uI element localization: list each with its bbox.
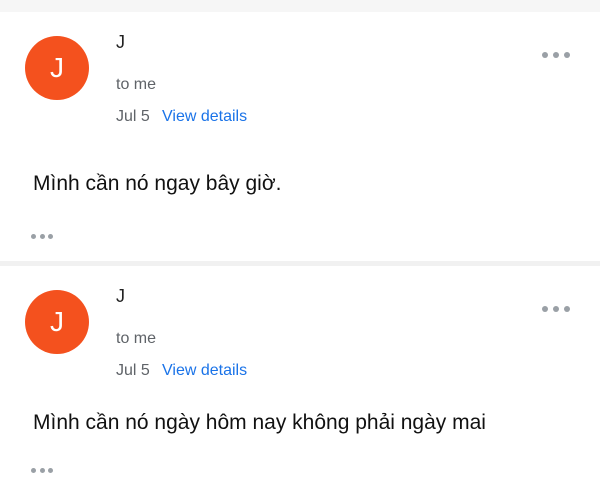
recipient-line[interactable]: to me bbox=[116, 330, 156, 348]
more-options-icon[interactable] bbox=[542, 304, 570, 314]
message-date: Jul 5 bbox=[116, 362, 150, 379]
show-trimmed-content-icon[interactable] bbox=[31, 232, 53, 240]
email-message-1: J J to me Jul 5 View details Mình cần nó… bbox=[0, 12, 600, 261]
dot-icon bbox=[31, 233, 36, 239]
dot-icon bbox=[39, 467, 45, 473]
more-options-icon[interactable] bbox=[542, 50, 570, 60]
dot-icon bbox=[564, 52, 570, 58]
dot-icon bbox=[31, 467, 36, 473]
dot-icon bbox=[48, 233, 53, 239]
dot-icon bbox=[39, 233, 45, 239]
view-details-link[interactable]: View details bbox=[162, 362, 247, 380]
avatar[interactable]: J bbox=[25, 36, 89, 100]
dot-icon bbox=[553, 52, 559, 58]
email-message-2: J J to me Jul 5 View details Mình cần nó… bbox=[0, 266, 600, 490]
dot-icon bbox=[48, 467, 53, 473]
dot-icon bbox=[553, 306, 559, 312]
top-separator bbox=[0, 0, 600, 12]
dot-icon bbox=[564, 306, 570, 312]
sender-name[interactable]: J bbox=[116, 286, 125, 307]
message-body: Mình cần nó ngày hôm nay không phải ngày… bbox=[33, 411, 486, 434]
message-body: Mình cần nó ngay bây giờ. bbox=[33, 172, 282, 195]
sender-name[interactable]: J bbox=[116, 32, 125, 53]
recipient-line[interactable]: to me bbox=[116, 76, 156, 94]
dot-icon bbox=[542, 306, 548, 312]
dot-icon bbox=[542, 52, 548, 58]
view-details-link[interactable]: View details bbox=[162, 108, 247, 126]
avatar[interactable]: J bbox=[25, 290, 89, 354]
message-date: Jul 5 bbox=[116, 108, 150, 125]
show-trimmed-content-icon[interactable] bbox=[31, 466, 53, 474]
